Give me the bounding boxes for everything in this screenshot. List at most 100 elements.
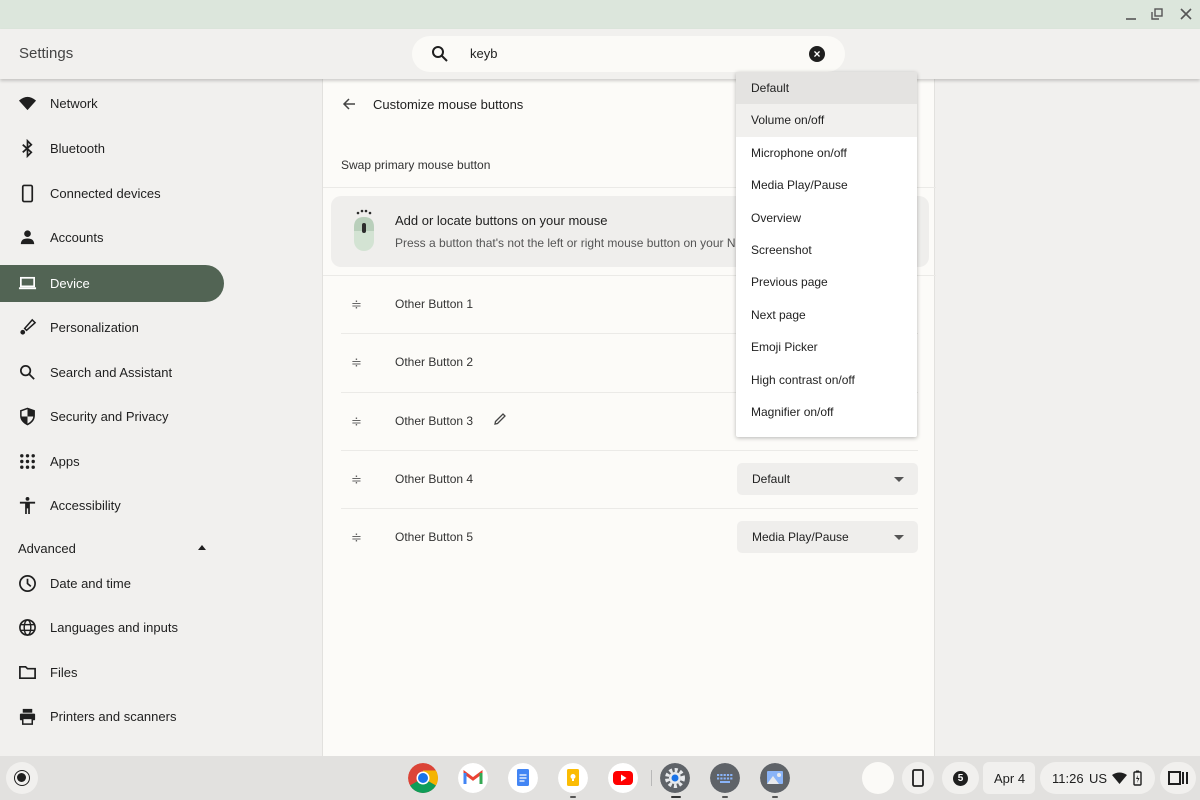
sidebar-item-label: Accounts	[50, 230, 104, 245]
keyboard-app-icon[interactable]	[710, 763, 740, 793]
person-icon	[20, 230, 35, 245]
docs-app-icon[interactable]	[508, 763, 538, 793]
button-action-select[interactable]: Media Play/Pause	[737, 521, 918, 553]
advanced-section-toggle[interactable]: Advanced	[18, 541, 76, 556]
sidebar-item-apps[interactable]: Apps	[0, 443, 224, 480]
sidebar-item-accounts[interactable]: Accounts	[0, 219, 224, 256]
drag-handle-icon[interactable]: ≑	[351, 472, 362, 488]
date-button[interactable]: Apr 4	[983, 762, 1035, 794]
printer-icon	[19, 708, 36, 725]
minimize-icon	[1126, 18, 1136, 20]
app-running-indicator	[772, 796, 778, 798]
settings-header: Settings keyb ×	[0, 29, 1200, 79]
launcher-button[interactable]	[6, 762, 38, 794]
sidebar-item-bluetooth[interactable]: Bluetooth	[0, 130, 224, 167]
dropdown-option[interactable]: High contrast on/off	[736, 364, 917, 396]
title-bar	[0, 0, 1200, 29]
dropdown-option[interactable]: Screenshot	[736, 234, 917, 266]
globe-icon	[19, 619, 36, 636]
sidebar-item-label: Search and Assistant	[50, 365, 173, 380]
dropdown-option[interactable]: Emoji Picker	[736, 331, 917, 363]
overview-button[interactable]	[1160, 762, 1196, 794]
restore-icon	[1151, 8, 1163, 20]
sidebar-item-accessibility[interactable]: Accessibility	[0, 487, 224, 524]
sidebar-item-device[interactable]: Device	[0, 265, 224, 302]
youtube-app-icon[interactable]	[608, 763, 638, 793]
sidebar-item-network[interactable]: Network	[0, 85, 224, 122]
search-input[interactable]: keyb	[470, 46, 497, 61]
select-value: Media Play/Pause	[752, 530, 849, 544]
sidebar-item-personalization[interactable]: Personalization	[0, 309, 224, 346]
page-title: Customize mouse buttons	[373, 97, 524, 112]
close-icon	[1180, 8, 1192, 20]
info-description: Press a button that's not the left or ri…	[395, 236, 736, 250]
laptop-icon	[18, 276, 37, 290]
dropdown-caret-icon	[894, 477, 904, 482]
sidebar-item-date-and-time[interactable]: Date and time	[0, 565, 224, 602]
brush-icon	[20, 318, 37, 335]
minimize-button[interactable]	[1121, 4, 1141, 24]
drag-handle-icon[interactable]: ≑	[351, 297, 362, 313]
date-text: Apr 4	[994, 771, 1026, 786]
gallery-app-icon[interactable]	[760, 763, 790, 793]
dropdown-option[interactable]: Overview	[736, 202, 917, 234]
restore-button[interactable]	[1147, 4, 1167, 24]
overview-icon	[1168, 771, 1188, 785]
sidebar-item-label: Network	[50, 96, 98, 111]
dropdown-option[interactable]: Default	[736, 72, 917, 105]
sidebar-item-files[interactable]: Files	[0, 654, 224, 691]
button-name: Other Button 5	[395, 530, 474, 544]
button-name: Other Button 1	[395, 297, 474, 311]
drag-handle-icon[interactable]: ≑	[351, 355, 362, 371]
edit-pencil-icon[interactable]	[493, 412, 507, 426]
drag-handle-icon[interactable]: ≑	[351, 414, 362, 430]
holding-space-button[interactable]	[862, 762, 894, 794]
sidebar-item-languages-and-inputs[interactable]: Languages and inputs	[0, 609, 224, 646]
status-tray-button[interactable]: 11:26 US	[1040, 762, 1155, 794]
sidebar-item-printers-and-scanners[interactable]: Printers and scanners	[0, 698, 224, 735]
accessibility-icon	[19, 496, 36, 515]
gmail-app-icon[interactable]	[458, 763, 488, 793]
button-name: Other Button 3	[395, 414, 474, 428]
settings-app-icon[interactable]	[660, 763, 690, 793]
dropdown-option[interactable]: Next page	[736, 299, 917, 331]
dropdown-option[interactable]: Volume on/off	[736, 104, 917, 137]
dropdown-option[interactable]: Previous page	[736, 266, 917, 298]
time-text: 11:26	[1052, 771, 1084, 786]
notification-count-badge: 5	[953, 771, 968, 786]
clear-search-button[interactable]: ×	[809, 46, 825, 62]
notifications-button[interactable]: 5	[942, 762, 979, 794]
collapse-arrow-icon[interactable]	[198, 545, 206, 550]
folder-icon	[19, 665, 36, 680]
keep-app-icon[interactable]	[558, 763, 588, 793]
phone-hub-button[interactable]	[902, 762, 934, 794]
close-button[interactable]	[1176, 4, 1196, 24]
clear-icon: ×	[813, 47, 821, 61]
sidebar-item-label: Personalization	[50, 320, 139, 335]
sidebar-item-label: Connected devices	[50, 186, 161, 201]
sidebar-item-label: Files	[50, 665, 78, 680]
sidebar-item-search-and-assistant[interactable]: Search and Assistant	[0, 354, 224, 391]
sidebar-item-connected-devices[interactable]: Connected devices	[0, 175, 224, 212]
swap-primary-button-label[interactable]: Swap primary mouse button	[341, 158, 490, 172]
sidebar-item-label: Device	[50, 276, 90, 291]
clock-icon	[19, 575, 36, 592]
chrome-app-icon[interactable]	[408, 763, 438, 793]
bluetooth-icon	[22, 139, 33, 158]
mouse-button-row: ≑ Other Button 5 Media Play/Pause	[341, 508, 918, 566]
mouse-button-row: ≑ Other Button 4 Default	[341, 450, 918, 508]
sidebar-item-label: Date and time	[50, 576, 131, 591]
info-title: Add or locate buttons on your mouse	[395, 213, 608, 228]
dropdown-option[interactable]: Media Play/Pause	[736, 169, 917, 201]
launcher-icon	[14, 770, 30, 786]
button-action-select[interactable]: Default	[737, 463, 918, 495]
search-field[interactable]: keyb ×	[412, 36, 845, 72]
drag-handle-icon[interactable]: ≑	[351, 530, 362, 546]
sidebar-item-security-and-privacy[interactable]: Security and Privacy	[0, 398, 224, 435]
dropdown-option[interactable]: Microphone on/off	[736, 137, 917, 169]
dropdown-option[interactable]: Magnifier on/off	[736, 396, 917, 428]
phone-icon	[912, 769, 924, 787]
shelf: 5 Apr 4 11:26 US	[0, 756, 1200, 800]
back-arrow-icon[interactable]	[341, 96, 357, 112]
button-name: Other Button 2	[395, 355, 474, 369]
